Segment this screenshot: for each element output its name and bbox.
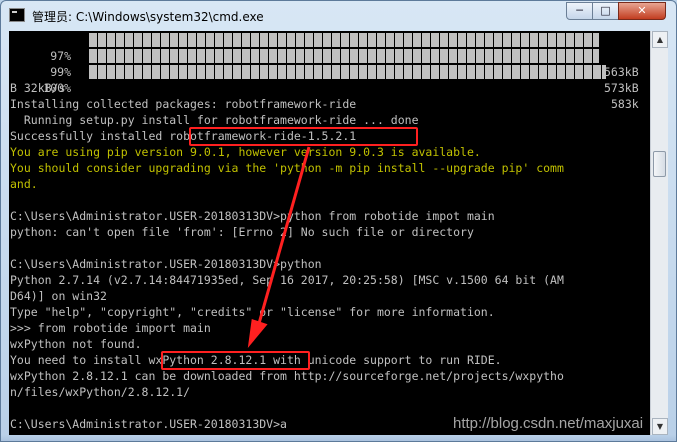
- cmd-icon: [9, 8, 25, 22]
- window-title: 管理员: C:\Windows\system32\cmd.exe: [32, 10, 264, 24]
- window-frame-bottom: [1, 435, 676, 441]
- maximize-button[interactable]: □: [592, 2, 619, 20]
- scroll-down-icon[interactable]: ▼: [652, 418, 668, 435]
- watermark: http://blog.csdn.net/maxjuxai: [453, 415, 644, 432]
- console-output[interactable]: 97% 563kB 99% 573kB 100% 583k B 32kB/s In…: [9, 31, 650, 435]
- arrow-annotation: [247, 146, 311, 348]
- vertical-scrollbar[interactable]: ▲ ▼: [650, 31, 668, 435]
- scroll-thumb[interactable]: [653, 151, 666, 177]
- close-button[interactable]: ✕: [618, 2, 666, 20]
- title-bar[interactable]: 管理员: C:\Windows\system32\cmd.exe ─ □ ✕: [1, 1, 676, 31]
- minimize-button[interactable]: ─: [566, 2, 593, 20]
- arrow-head: [247, 319, 268, 348]
- arrow-line: [256, 146, 311, 328]
- scroll-up-icon[interactable]: ▲: [652, 31, 668, 48]
- cmd-window: 管理员: C:\Windows\system32\cmd.exe ─ □ ✕ 9…: [0, 0, 677, 442]
